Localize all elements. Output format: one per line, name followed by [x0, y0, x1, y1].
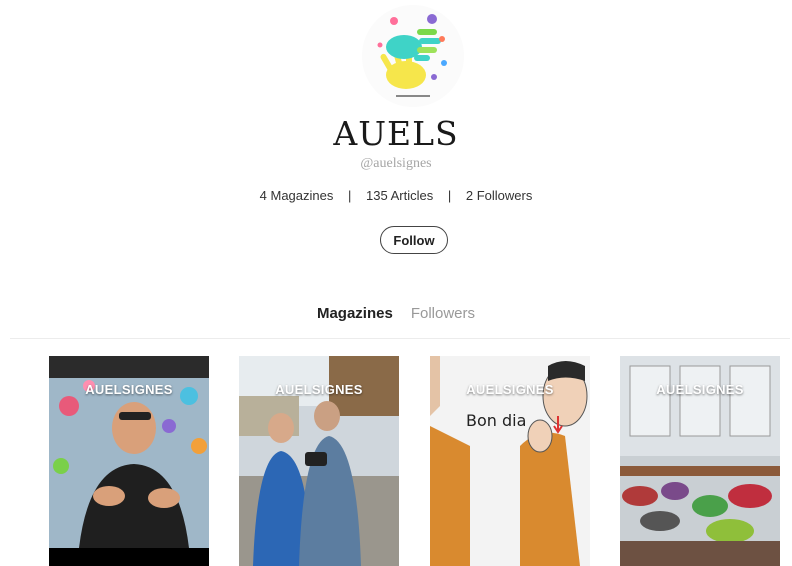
magazine-title: AUELSIGNES	[466, 382, 554, 397]
profile-avatar	[362, 5, 464, 107]
magazine-card[interactable]: AUELSIGNES Bon dia	[430, 356, 590, 566]
magazine-card[interactable]: AUELSIGNES	[620, 356, 780, 566]
stats-separator: |	[348, 188, 352, 203]
magazine-title: AUELSIGNES	[275, 382, 363, 397]
profile-name: AUELS	[333, 114, 459, 153]
profile-handle: @auelsignes	[360, 156, 432, 171]
magazine-title: AUELSIGNES	[85, 382, 173, 397]
magazine-cover-caption: Bon dia	[466, 411, 527, 430]
magazines-count[interactable]: 4 Magazines	[260, 188, 334, 203]
followers-count[interactable]: 2 Followers	[466, 188, 532, 203]
tab-magazines[interactable]: Magazines	[317, 305, 393, 322]
magazine-card[interactable]: AUELSIGNES	[49, 356, 209, 566]
hands-logo-icon	[362, 5, 464, 107]
tabs-divider	[10, 338, 790, 339]
follow-button[interactable]: Follow	[380, 226, 448, 254]
stats-separator: |	[447, 188, 452, 203]
profile-tabs: Magazines Followers	[0, 305, 792, 322]
articles-count[interactable]: 135 Articles	[366, 188, 433, 203]
magazine-card[interactable]: AUELSIGNES	[239, 356, 399, 566]
profile-stats: 4 Magazines | 135 Articles | 2 Followers	[0, 188, 792, 203]
tab-followers[interactable]: Followers	[411, 305, 475, 322]
magazine-title: AUELSIGNES	[656, 382, 744, 397]
